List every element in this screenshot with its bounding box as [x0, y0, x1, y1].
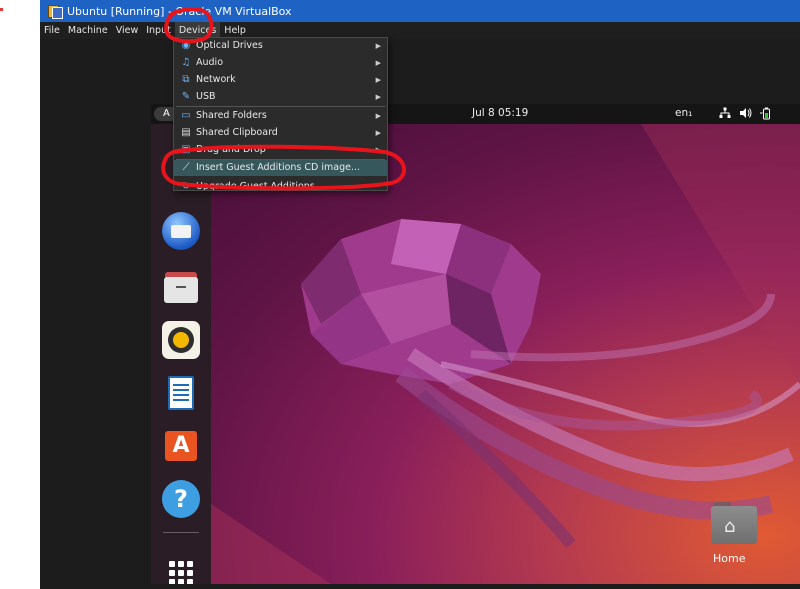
submenu-arrow-icon: ▶ — [375, 42, 381, 50]
audio-icon: ♫ — [181, 57, 191, 68]
menu-file[interactable]: File — [40, 22, 64, 39]
menu-machine[interactable]: Machine — [64, 22, 112, 39]
app-center-icon[interactable]: A — [162, 426, 200, 464]
window-titlebar[interactable]: Ubuntu [Running] - Oracle VM VirtualBox — [40, 0, 800, 22]
drag-drop-icon: ▣ — [181, 144, 191, 155]
rhythmbox-icon[interactable] — [162, 321, 200, 359]
menu-item-optical-drives[interactable]: ◉ Optical Drives ▶ — [174, 38, 387, 54]
submenu-arrow-icon: ▶ — [375, 59, 381, 67]
menu-input[interactable]: Input — [142, 22, 175, 39]
help-icon[interactable]: ? — [162, 480, 200, 518]
system-tray[interactable] — [719, 107, 772, 120]
network-icon: ⧉ — [182, 74, 190, 85]
window-title: Ubuntu [Running] - Oracle VM VirtualBox — [67, 4, 292, 18]
menu-item-network[interactable]: ⧉ Network ▶ — [174, 72, 387, 88]
menubar: File Machine View Input Devices Help — [40, 22, 800, 39]
submenu-arrow-icon: ▶ — [375, 129, 381, 137]
menu-item-usb[interactable]: ✎ USB ▶ — [174, 89, 387, 105]
shared-folder-icon: ▭ — [181, 110, 191, 121]
volume-icon — [740, 108, 752, 118]
home-folder-label: Home — [713, 552, 746, 565]
devices-dropdown-menu: ◉ Optical Drives ▶ ♫ Audio ▶ ⧉ Network ▶… — [173, 37, 388, 191]
virtualbox-window: Ubuntu [Running] - Oracle VM VirtualBox … — [40, 0, 800, 589]
battery-icon — [760, 107, 770, 120]
menu-view[interactable]: View — [112, 22, 143, 39]
menu-item-shared-clipboard[interactable]: ▤ Shared Clipboard ▶ — [174, 125, 387, 141]
show-applications-icon[interactable] — [169, 561, 193, 584]
upgrade-icon: ↻ — [181, 181, 191, 191]
menu-item-insert-guest-additions[interactable]: ⟋ Insert Guest Additions CD image... — [174, 160, 387, 176]
submenu-arrow-icon: ▶ — [375, 112, 381, 120]
ubuntu-dock: A ? — [151, 124, 211, 584]
thunderbird-icon[interactable] — [162, 212, 200, 250]
virtualbox-logo-icon — [48, 4, 63, 19]
submenu-arrow-icon: ▶ — [375, 146, 381, 154]
files-icon[interactable] — [162, 268, 200, 306]
home-folder-icon[interactable]: ⌂ — [711, 502, 759, 548]
menu-item-audio[interactable]: ♫ Audio ▶ — [174, 55, 387, 71]
network-wired-icon — [719, 107, 731, 118]
menu-item-drag-and-drop[interactable]: ▣ Drag and Drop ▶ — [174, 142, 387, 158]
menu-item-shared-folders[interactable]: ▭ Shared Folders ▶ — [174, 108, 387, 124]
menu-separator — [176, 106, 385, 107]
clock[interactable]: Jul 8 05:19 — [472, 107, 528, 119]
usb-icon: ✎ — [181, 91, 191, 102]
libreoffice-writer-icon[interactable] — [162, 374, 200, 412]
menu-item-upgrade-guest-additions[interactable]: ↻ Upgrade Guest Additions — [174, 179, 387, 191]
insert-cd-icon: ⟋ — [182, 162, 190, 173]
submenu-arrow-icon: ▶ — [375, 93, 381, 101]
clipboard-icon: ▤ — [181, 127, 191, 138]
stray-red-dot — [0, 8, 3, 11]
input-language[interactable]: en₁ — [675, 107, 692, 119]
submenu-arrow-icon: ▶ — [375, 76, 381, 84]
optical-drive-icon: ◉ — [181, 40, 191, 51]
dock-separator — [163, 532, 199, 533]
